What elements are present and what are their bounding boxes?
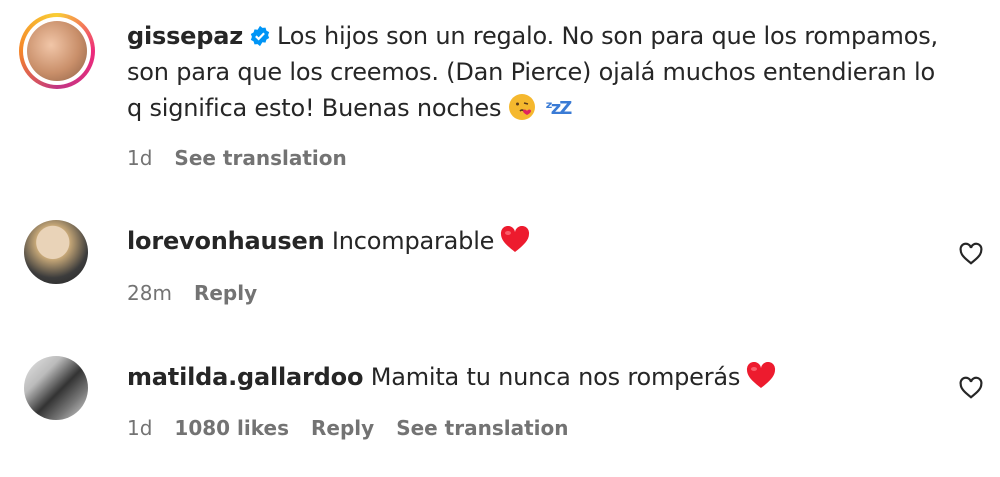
avatar[interactable] xyxy=(24,220,88,284)
story-ring-avatar[interactable] xyxy=(19,13,95,89)
verified-badge-icon xyxy=(250,25,270,47)
avatar xyxy=(27,21,87,81)
see-translation-button[interactable]: See translation xyxy=(174,146,346,170)
comment-body: gissepaz Los hijos son un regalo. No son … xyxy=(127,18,947,127)
zzz-emoji-icon: ᶻzZ xyxy=(545,98,572,119)
avatar[interactable] xyxy=(24,356,88,420)
comment-username[interactable]: lorevonhausen xyxy=(127,227,325,255)
comment-time: 28m xyxy=(127,281,172,305)
comment-lorevonhausen: lorevonhausen Incomparable 28m Reply xyxy=(0,215,1000,325)
comment-text: Mamita tu nunca nos romperás xyxy=(370,363,741,391)
reply-button[interactable]: Reply xyxy=(194,281,257,305)
comment-gissepaz: gissepaz Los hijos son un regalo. No son … xyxy=(0,0,1000,180)
comment-username[interactable]: gissepaz xyxy=(127,22,243,50)
comment-matilda-gallardoo: matilda.gallardoo Mamita tu nunca nos ro… xyxy=(0,350,1000,460)
comment-meta: 28m Reply xyxy=(127,281,279,305)
see-translation-button[interactable]: See translation xyxy=(396,416,568,440)
comment-text: Incomparable xyxy=(331,227,495,255)
comment-time: 1d xyxy=(127,146,153,170)
comment-meta: 1d See translation xyxy=(127,146,369,170)
comment-username[interactable]: matilda.gallardoo xyxy=(127,363,363,391)
red-heart-emoji-icon xyxy=(747,362,776,388)
reply-button[interactable]: Reply xyxy=(311,416,374,440)
heart-outline-icon[interactable] xyxy=(958,241,984,267)
comment-body: matilda.gallardoo Mamita tu nunca nos ro… xyxy=(127,359,776,395)
heart-outline-icon[interactable] xyxy=(958,375,984,401)
comment-body: lorevonhausen Incomparable xyxy=(127,223,530,259)
kissing-face-emoji-icon xyxy=(509,94,536,120)
likes-count[interactable]: 1080 likes xyxy=(174,416,289,440)
comment-time: 1d xyxy=(127,416,153,440)
red-heart-emoji-icon xyxy=(501,226,530,252)
comment-meta: 1d 1080 likes Reply See translation xyxy=(127,416,591,440)
